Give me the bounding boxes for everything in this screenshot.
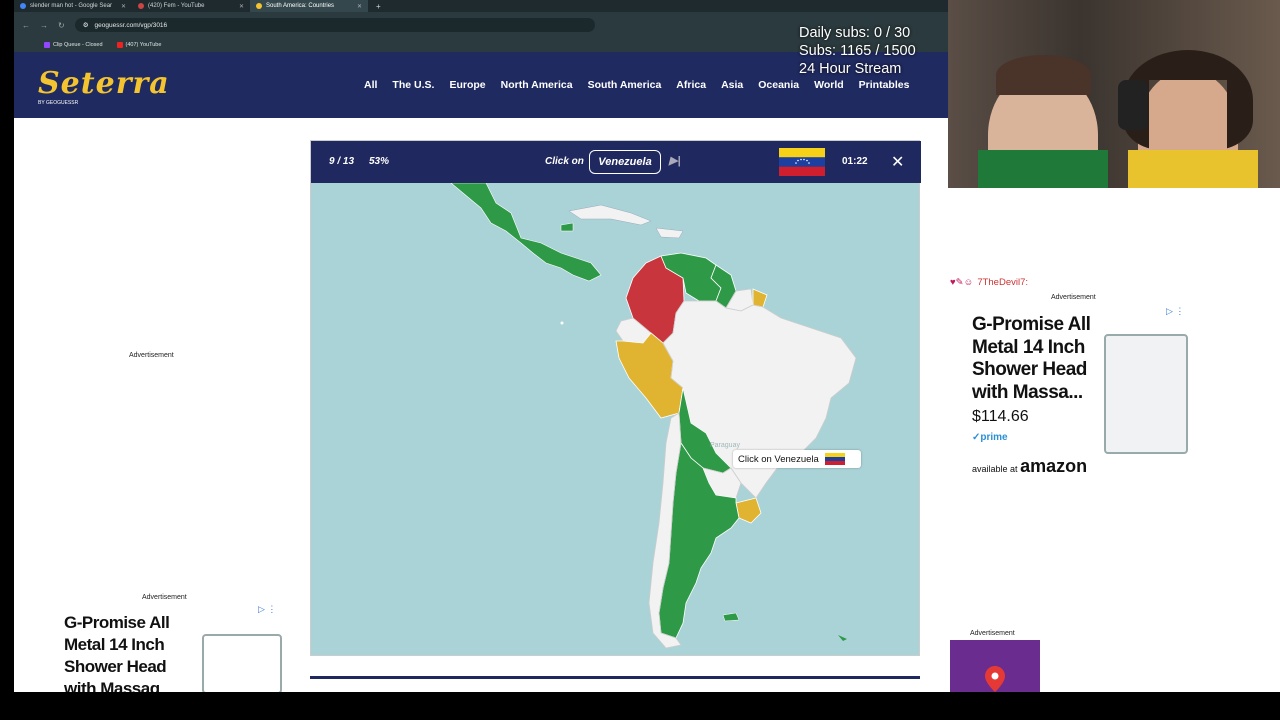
prime-badge: ✓prime	[972, 432, 1008, 443]
prime-text: prime	[980, 432, 1008, 443]
skip-icon[interactable]: ▶|	[669, 154, 681, 167]
youtube-icon	[116, 42, 123, 48]
tab-label: South America: Countries	[266, 3, 335, 9]
ad-label: Advertisement	[1051, 294, 1096, 301]
venezuela-flag-icon	[779, 148, 825, 176]
browser-tab-bar: slender man hot - Google Sear ✕ (420) Fem…	[14, 0, 948, 12]
country-central-america[interactable]	[450, 183, 602, 282]
close-tab-icon[interactable]: ✕	[239, 3, 244, 10]
jersey-left	[978, 150, 1108, 188]
nav-us[interactable]: The U.S.	[392, 79, 434, 91]
ad-label: Advertisement	[970, 630, 1015, 637]
ad-title: G-Promise All Metal 14 Inch Shower Head …	[64, 613, 170, 692]
youtube-icon	[138, 3, 144, 9]
browser-tab[interactable]: (420) Fem - YouTube ✕	[132, 0, 250, 12]
stream-overlay: Daily subs: 0 / 30 Subs: 1165 / 1500 24 …	[799, 24, 916, 78]
seterra-logo[interactable]: Seterra	[38, 66, 170, 101]
ad-title: G-Promise All Metal 14 Inch Shower Head …	[972, 314, 1091, 403]
hover-country-label: Paraguay	[710, 442, 740, 449]
close-tab-icon[interactable]: ✕	[357, 3, 362, 10]
country-falklands[interactable]	[722, 612, 740, 622]
hair-left	[996, 55, 1091, 95]
nav-all[interactable]: All	[364, 79, 377, 91]
close-icon[interactable]: ✕	[891, 152, 904, 172]
subs-text: Subs: 1165 / 1500	[799, 43, 916, 59]
close-tab-icon[interactable]: ✕	[121, 3, 126, 10]
bookmark-label: Clip Queue - Closed	[53, 42, 103, 48]
venezuela-flag-icon	[824, 453, 845, 465]
game-toolbar: 9 / 13 53% Click on Venezuela ▶| 01:22 ✕	[311, 141, 921, 183]
back-icon[interactable]: ←	[22, 21, 30, 30]
map-pin-icon	[985, 666, 1005, 692]
ad-label: Advertisement	[129, 352, 174, 359]
nav-asia[interactable]: Asia	[721, 79, 743, 91]
available-text: available at	[972, 464, 1018, 474]
google-icon	[20, 3, 26, 9]
screen: { "browser": { "tabs": [ {"label": "slen…	[0, 0, 1280, 720]
ad-availability: available at amazon	[972, 456, 1087, 477]
nav-africa[interactable]: Africa	[676, 79, 706, 91]
ad-price: $114.66	[972, 408, 1029, 425]
target-country: Venezuela	[589, 150, 661, 174]
country-french-guiana[interactable]	[752, 288, 768, 308]
timer: 01:22	[842, 156, 868, 167]
browser-tab[interactable]: slender man hot - Google Sear ✕	[14, 0, 132, 12]
forward-icon[interactable]: →	[40, 21, 48, 30]
chat-badge-icon: ♥✎☺	[950, 277, 974, 288]
south-america-map[interactable]	[311, 183, 921, 657]
amazon-logo: amazon	[1020, 456, 1088, 476]
score-percent: 53%	[369, 156, 390, 167]
nav-south-america[interactable]: South America	[588, 79, 662, 91]
daily-subs-text: Daily subs: 0 / 30	[799, 25, 911, 41]
country-south-georgia[interactable]	[838, 635, 847, 641]
stream-title-text: 24 Hour Stream	[799, 61, 902, 77]
browser-tab-active[interactable]: South America: Countries ✕	[250, 0, 368, 12]
url-input[interactable]: ⚙ geoguessr.com/vgp/3016	[74, 18, 595, 32]
nav-north-america[interactable]: North America	[501, 79, 573, 91]
tab-label: slender man hot - Google Sear	[30, 3, 113, 9]
twitch-icon	[44, 42, 50, 48]
left-ad[interactable]: G-Promise All Metal 14 Inch Shower Head …	[60, 604, 282, 692]
site-info-icon[interactable]: ⚙	[83, 21, 89, 29]
headset	[1118, 80, 1148, 130]
galapagos-marker[interactable]	[560, 321, 564, 325]
nav-oceania[interactable]: Oceania	[758, 79, 799, 91]
shower-head-image	[202, 634, 282, 692]
seterra-icon	[256, 3, 262, 9]
bookmark-item[interactable]: (407) YouTube	[116, 42, 162, 48]
ad-choices-icon[interactable]: ▷ ⋮	[258, 604, 276, 615]
reload-icon[interactable]: ↻	[58, 21, 65, 30]
country-caribbean[interactable]	[568, 204, 652, 226]
ad-choices-icon[interactable]: ▷ ⋮	[1166, 306, 1184, 317]
progress-count: 9 / 13	[329, 156, 355, 167]
nav-printables[interactable]: Printables	[859, 79, 910, 91]
right-ad[interactable]: G-Promise All Metal 14 Inch Shower Head …	[966, 304, 1190, 490]
country-hispaniola[interactable]	[655, 227, 684, 239]
url-text: geoguessr.com/vgp/3016	[94, 21, 168, 29]
prompt-text: Click on	[545, 156, 584, 167]
map-game: 9 / 13 53% Click on Venezuela ▶| 01:22 ✕	[310, 140, 921, 657]
ad-label: Advertisement	[142, 594, 187, 601]
webcam-feed	[948, 0, 1280, 188]
nav-world[interactable]: World	[814, 79, 844, 91]
logo-subtitle: BY GEOGUESSR	[38, 100, 79, 106]
purple-ad[interactable]	[950, 640, 1040, 692]
new-tab-icon[interactable]: +	[368, 2, 389, 11]
game-footer-bar	[310, 676, 920, 679]
tooltip-text: Click on Venezuela	[738, 453, 819, 465]
shower-head-image	[1104, 334, 1188, 454]
jersey-right	[1128, 150, 1258, 188]
bookmark-item[interactable]: Clip Queue - Closed	[44, 42, 103, 48]
tab-label: (420) Fem - YouTube	[148, 3, 205, 9]
cursor-tooltip: Click on Venezuela	[733, 450, 861, 468]
chat-username: 7TheDevil7:	[977, 277, 1029, 288]
nav-europe[interactable]: Europe	[449, 79, 485, 91]
chat-message: ♥✎☺ 7TheDevil7:	[950, 277, 1028, 288]
bookmark-label: (407) YouTube	[125, 42, 162, 48]
country-belize[interactable]	[560, 222, 574, 232]
country-uruguay[interactable]	[735, 497, 762, 524]
